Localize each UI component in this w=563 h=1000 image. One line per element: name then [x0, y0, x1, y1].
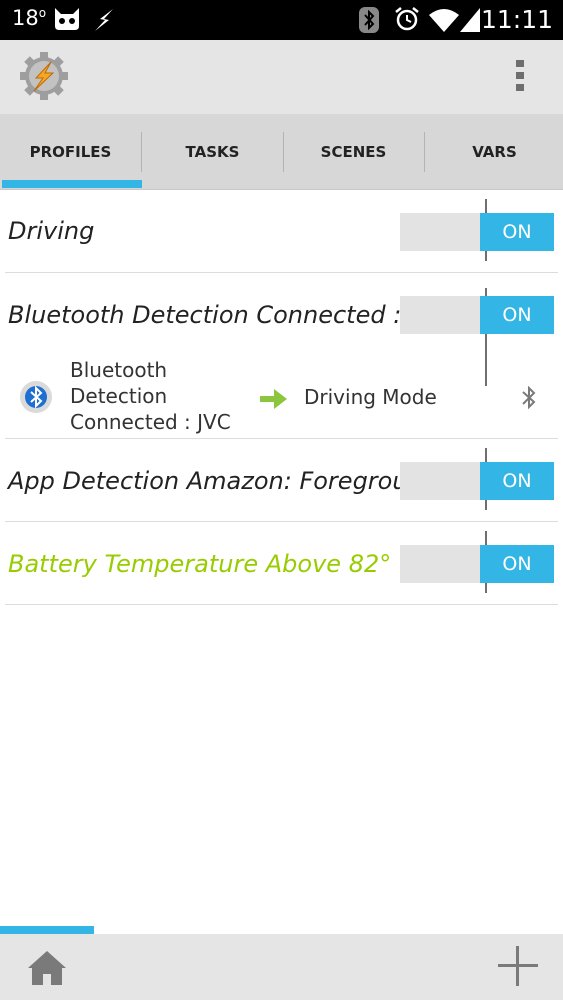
tab-tasks[interactable]: TASKS [142, 114, 283, 190]
action-bar [0, 40, 563, 114]
profile-name[interactable]: App Detection Amazon: Foregrour [8, 467, 417, 495]
alarm-icon [395, 7, 419, 31]
home-icon[interactable] [26, 948, 68, 988]
plus-icon[interactable] [496, 944, 540, 988]
profile-name[interactable]: Battery Temperature Above 82° [8, 550, 391, 578]
scroll-indicator [0, 926, 94, 934]
clock: 11:11 [480, 5, 553, 34]
signal-icon [460, 8, 480, 32]
profile-toggle[interactable]: ON [400, 531, 554, 593]
profile-name[interactable]: Bluetooth Detection Connected : J [8, 301, 416, 329]
status-bar: 18o 11:11 [0, 0, 563, 40]
temperature-value: 18 [12, 6, 39, 30]
toggle-on-label: ON [480, 296, 554, 334]
temperature-readout: 18o [12, 6, 46, 30]
tab-scenes[interactable]: SCENES [283, 114, 424, 190]
toggle-on-label: ON [480, 213, 554, 251]
toggle-on-label: ON [480, 545, 554, 583]
profile-name[interactable]: Driving [8, 217, 94, 245]
wifi-icon [429, 9, 459, 32]
toggle-on-label: ON [480, 462, 554, 500]
bluetooth-circle-icon[interactable] [17, 380, 55, 414]
bluetooth-icon [522, 385, 536, 410]
profile-row-driving[interactable]: Driving ON [5, 191, 558, 273]
tab-selected-indicator [2, 180, 142, 188]
profile-toggle[interactable]: ON [400, 448, 554, 510]
profile-toggle[interactable]: ON [400, 199, 554, 261]
degree-mark: o [38, 6, 47, 20]
tab-profiles[interactable]: PROFILES [0, 114, 141, 190]
arrow-right-icon [260, 389, 287, 409]
flash-icon [95, 9, 113, 31]
bluetooth-icon [359, 7, 379, 33]
bottom-bar [0, 934, 563, 1000]
cyanogenmod-icon [55, 8, 79, 30]
overflow-menu-icon[interactable] [515, 60, 525, 94]
profile-toggle[interactable]: ON [400, 288, 554, 386]
profile-row-app-detection[interactable]: App Detection Amazon: Foregrour ON [5, 439, 558, 522]
context-line: Connected : JVC [70, 410, 231, 434]
profile-detail: Bluetooth Detection Connected : JVC Driv… [0, 357, 563, 439]
tab-vars[interactable]: VARS [424, 114, 563, 190]
task-label[interactable]: Driving Mode [304, 385, 437, 409]
context-label[interactable]: Bluetooth Detection Connected : JVC [70, 357, 250, 435]
context-line: Bluetooth [70, 358, 168, 382]
context-line: Detection [70, 384, 168, 408]
tasker-gear-icon[interactable] [20, 52, 68, 100]
tab-bar: PROFILES TASKS SCENES VARS [0, 114, 563, 190]
profile-row-battery[interactable]: Battery Temperature Above 82° ON [5, 522, 558, 605]
